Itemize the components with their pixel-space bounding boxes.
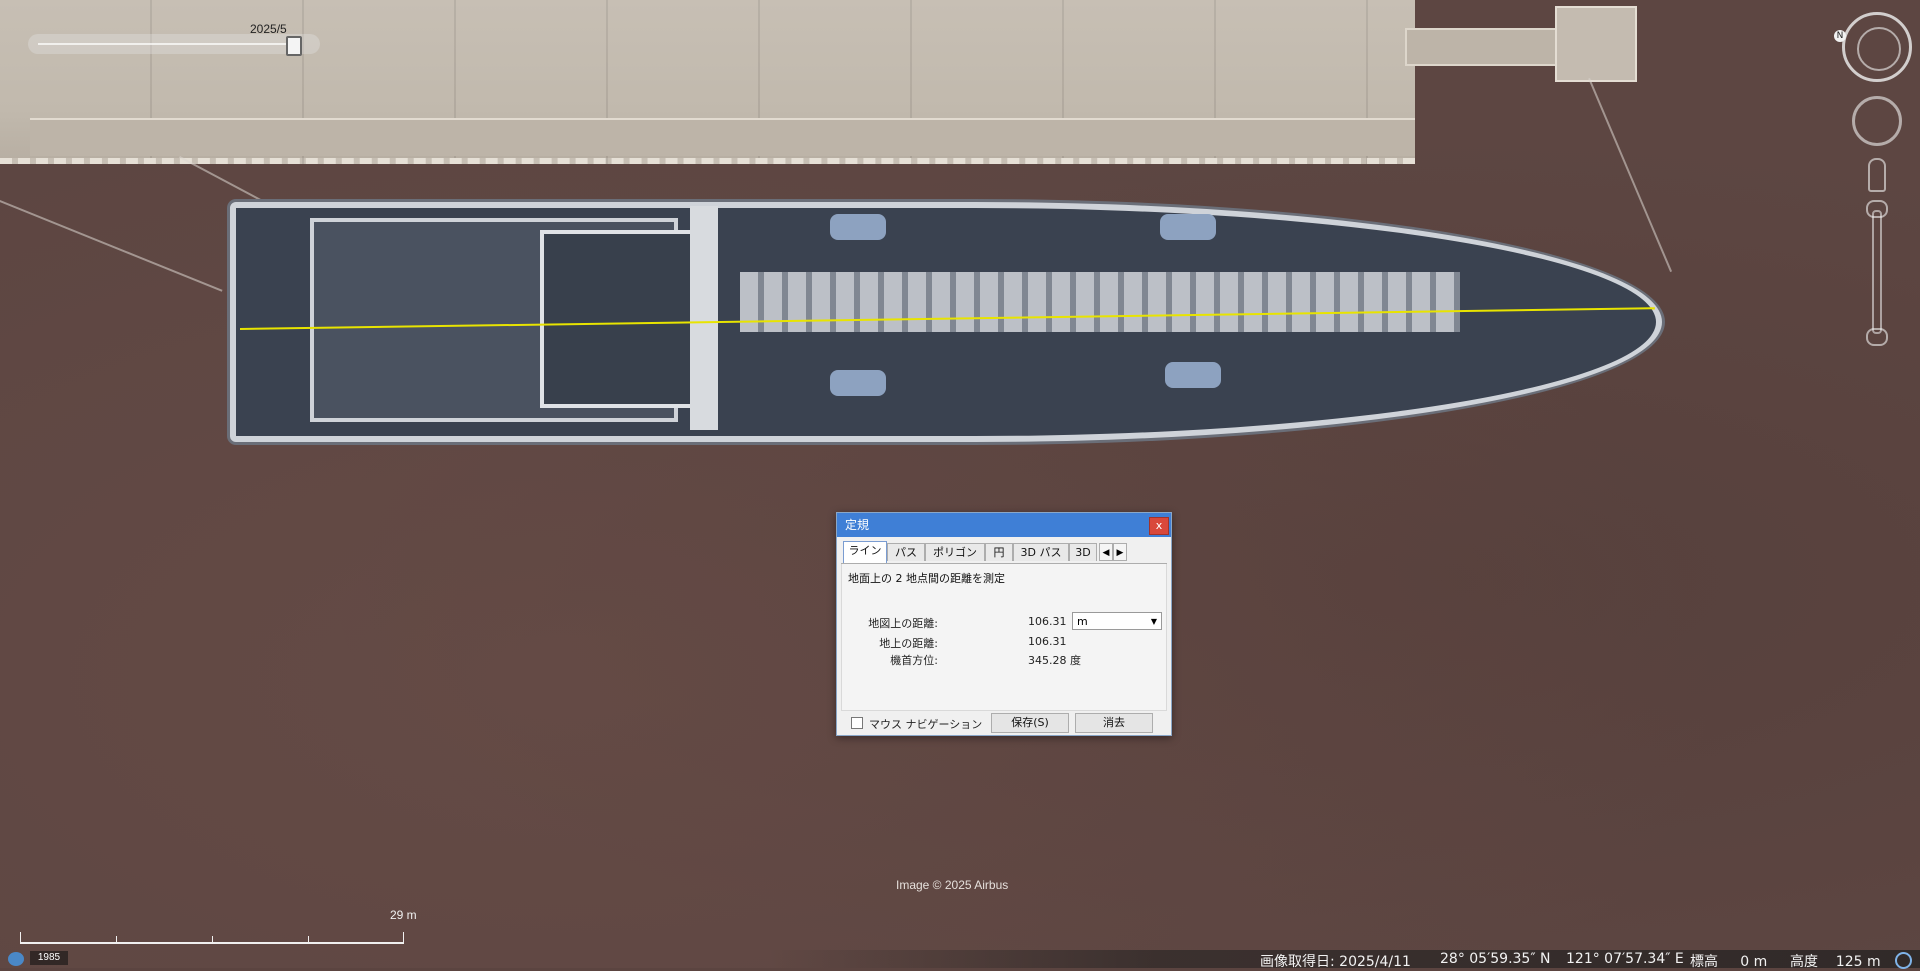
scale-bar xyxy=(20,942,404,944)
unit-select[interactable]: m ▼ xyxy=(1072,612,1162,630)
look-joystick[interactable] xyxy=(1852,96,1902,146)
street-view-person-icon[interactable] xyxy=(1868,158,1886,192)
deck-hatch xyxy=(830,370,886,396)
map-distance-value: 106.31 xyxy=(1028,615,1067,628)
tab-circle[interactable]: 円 xyxy=(985,543,1013,561)
ship-deck-piping xyxy=(740,272,1460,332)
imagery-date: 画像取得日: 2025/4/11 xyxy=(1260,954,1411,970)
historical-imagery-slider[interactable] xyxy=(28,34,320,54)
close-button[interactable]: x xyxy=(1149,517,1169,535)
scale-tick xyxy=(20,932,21,942)
clear-button[interactable]: 消去 xyxy=(1075,713,1153,733)
ground-distance-value: 106.31 xyxy=(1028,635,1067,648)
deck-hatch xyxy=(830,214,886,240)
dialog-body: 地面上の 2 地点間の距離を測定 地図上の距離: 106.31 m ▼ 地上の距… xyxy=(841,564,1167,711)
mouse-navigation-checkbox[interactable] xyxy=(851,717,863,729)
satellite-map[interactable] xyxy=(0,0,1920,968)
compass-ring[interactable] xyxy=(1842,12,1912,82)
dialog-title: 定規 xyxy=(845,518,870,532)
deck-hatch xyxy=(1165,362,1221,388)
save-button[interactable]: 保存(S) xyxy=(991,713,1069,733)
map-distance-label: 地図上の距離: xyxy=(868,617,938,630)
elevation: 標高 0 m xyxy=(1690,954,1768,970)
tab-3d-polygon[interactable]: 3D xyxy=(1069,543,1097,561)
globe-status-icon xyxy=(1895,952,1912,969)
tab-scroll-left-icon[interactable]: ◀ xyxy=(1099,543,1113,561)
tab-3d-path[interactable]: 3D パス xyxy=(1013,543,1069,561)
longitude: 121° 07′57.34″ E xyxy=(1566,951,1684,967)
ship-midsection xyxy=(690,206,718,430)
imagery-attribution: Image © 2025 Airbus xyxy=(896,878,1009,892)
ship-bridge xyxy=(540,230,698,408)
heading-value: 345.28 度 xyxy=(1028,654,1081,667)
tab-polygon[interactable]: ポリゴン xyxy=(925,543,985,561)
chevron-down-icon: ▼ xyxy=(1150,617,1157,626)
latitude: 28° 05′59.35″ N xyxy=(1440,951,1551,967)
scale-tick xyxy=(212,936,213,942)
zoom-out-icon[interactable] xyxy=(1866,328,1888,346)
mooring-line xyxy=(0,200,223,292)
pier-edge xyxy=(30,118,1415,156)
measure-description: 地面上の 2 地点間の距離を測定 xyxy=(848,572,1005,585)
ground-distance-label: 地上の距離: xyxy=(879,637,938,650)
mooring-line xyxy=(1588,78,1673,273)
deck-hatch xyxy=(1160,214,1216,240)
zoom-slider[interactable] xyxy=(1872,210,1882,334)
tab-bar: ライン パス ポリゴン 円 3D パス 3D ◀ ▶ xyxy=(841,541,1167,564)
mouse-navigation-label: マウス ナビゲーション xyxy=(869,718,983,731)
earth-logo-icon xyxy=(8,952,24,966)
heading-label: 機首方位: xyxy=(890,654,938,667)
timeline-date-label: 2025/5 xyxy=(250,22,287,36)
unit-select-value: m xyxy=(1077,615,1088,628)
eye-altitude: 高度 125 m xyxy=(1790,954,1881,970)
north-icon[interactable]: N xyxy=(1834,30,1846,42)
scale-label: 29 m xyxy=(390,908,417,922)
ruler-dialog: 定規 x ライン パス ポリゴン 円 3D パス 3D ◀ ▶ 地面上の 2 地… xyxy=(836,512,1172,736)
dialog-footer: マウス ナビゲーション 保存(S) 消去 xyxy=(837,711,1171,735)
scale-tick xyxy=(403,932,404,942)
slider-handle[interactable] xyxy=(286,36,302,56)
dialog-titlebar[interactable]: 定規 x xyxy=(837,513,1171,537)
tab-line[interactable]: ライン xyxy=(843,541,887,563)
scale-tick xyxy=(308,936,309,942)
tab-path[interactable]: パス xyxy=(887,543,925,561)
historical-year-badge[interactable]: 1985 xyxy=(30,951,68,965)
tab-scroll-right-icon[interactable]: ▶ xyxy=(1113,543,1127,561)
slider-track xyxy=(38,43,300,45)
scale-tick xyxy=(116,936,117,942)
jetty-head xyxy=(1555,6,1637,82)
